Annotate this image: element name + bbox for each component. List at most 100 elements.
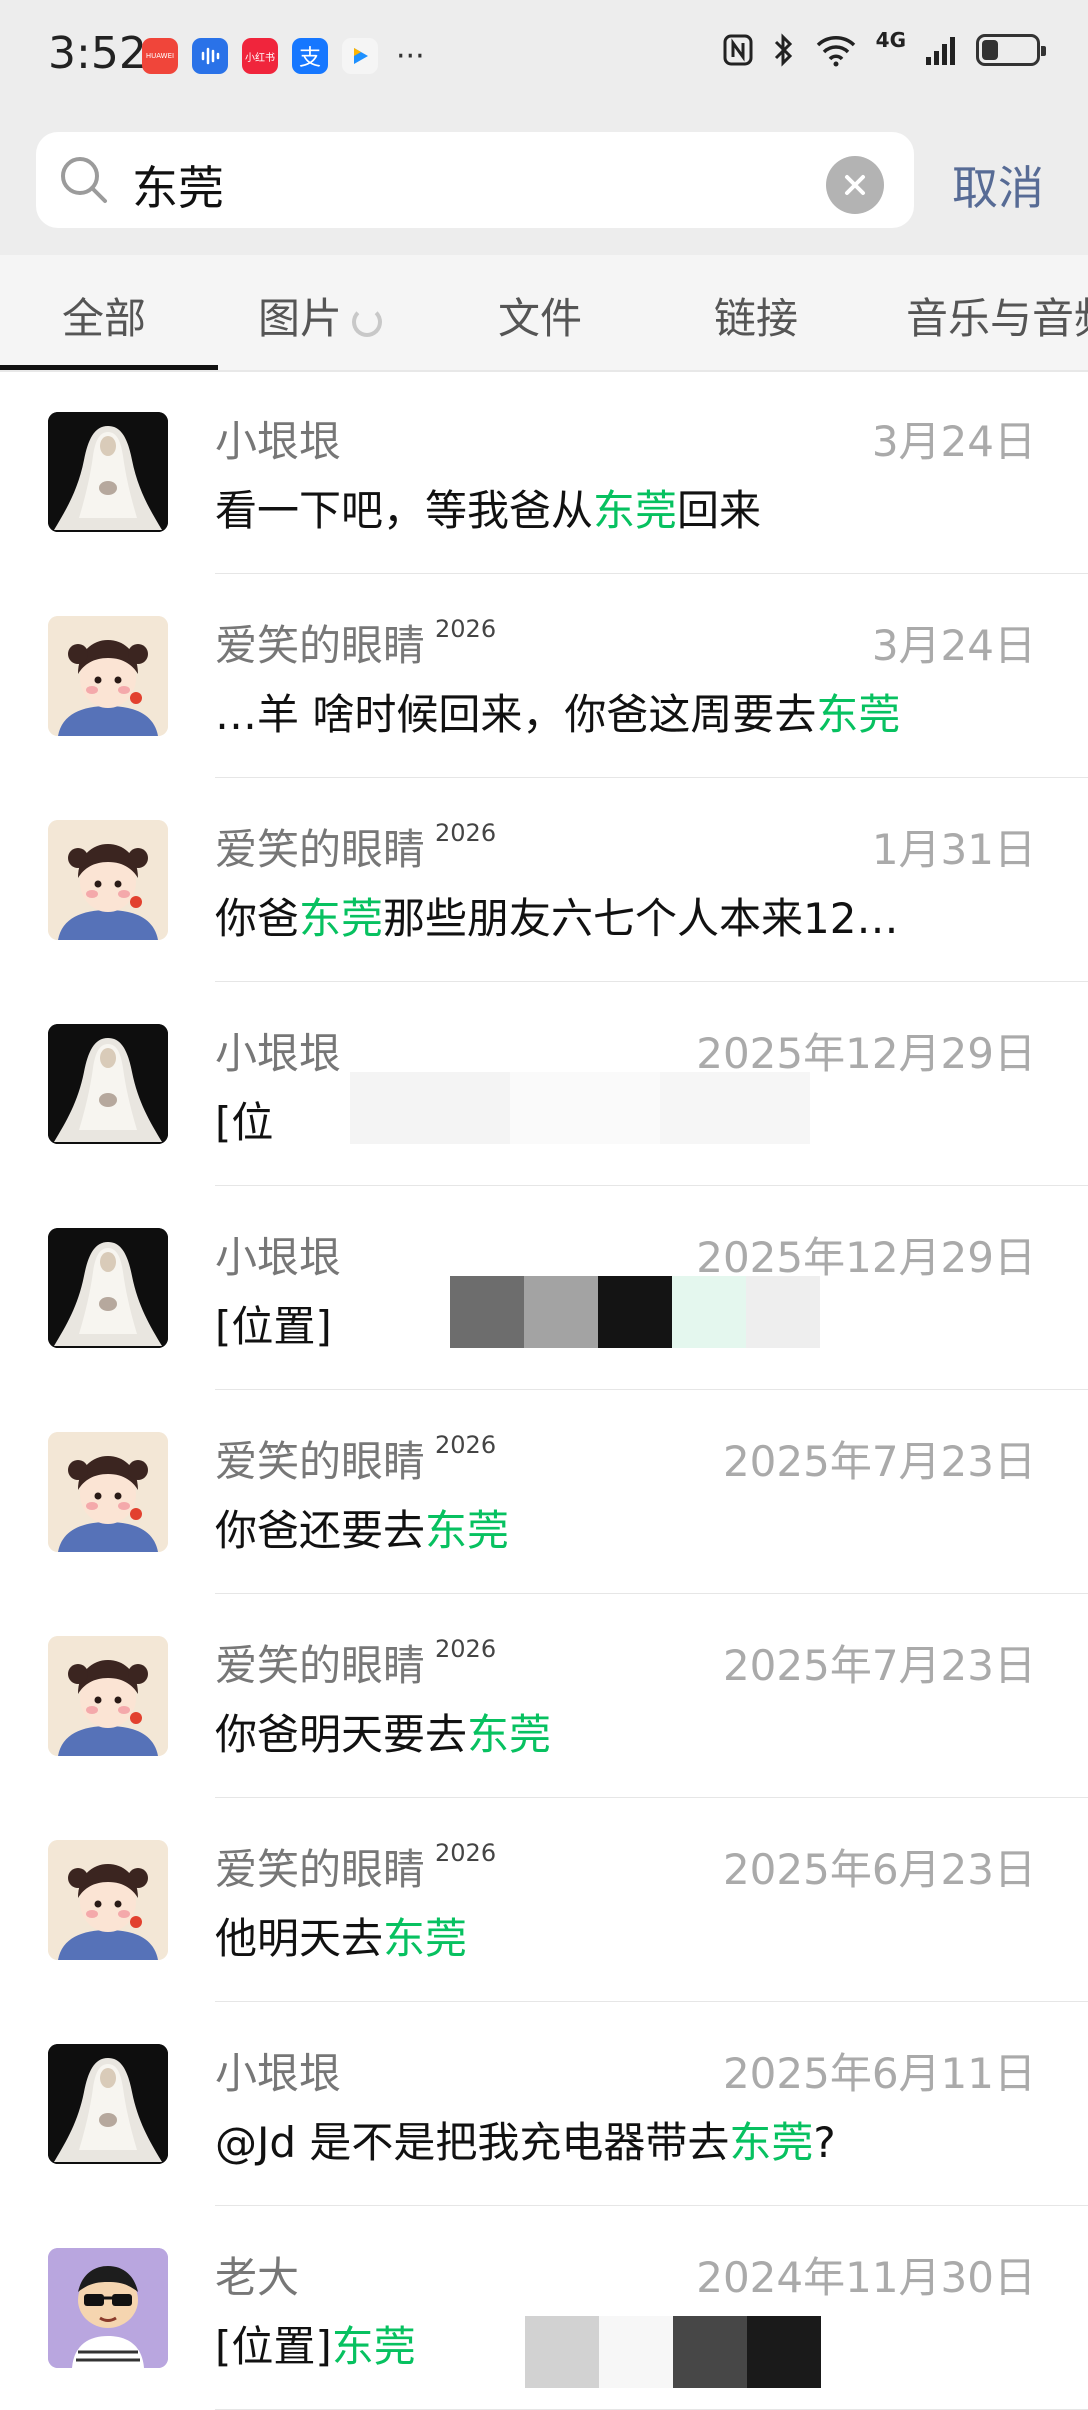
tab-label: 链接 bbox=[714, 294, 799, 343]
search-result-item[interactable]: 爱笑的眼睛 2026 1月31日你爸东莞那些朋友六七个人本来12… bbox=[0, 778, 1088, 982]
message-date: 2025年6月23日 bbox=[722, 1845, 1036, 1894]
search-result-item[interactable]: 小垠垠 2025年12月29日 [位 bbox=[0, 982, 1088, 1186]
search-result-item[interactable]: 小垠垠 2025年6月11日 @Jd 是不是把我充电器带去东莞? bbox=[0, 2002, 1088, 2206]
girl-avatar-image bbox=[48, 820, 168, 940]
contact-name-text: 老大 bbox=[215, 2253, 300, 2302]
avatar[interactable] bbox=[48, 2248, 168, 2368]
snippet-text: [位置] bbox=[215, 2322, 332, 2371]
search-result-item[interactable]: 爱笑的眼睛 2026 2025年6月23日他明天去东莞 bbox=[0, 1798, 1088, 2002]
name-badge: 2026 bbox=[435, 615, 497, 643]
avatar[interactable] bbox=[48, 1840, 168, 1960]
tab-files[interactable]: 文件 bbox=[498, 285, 582, 346]
bride-avatar-image bbox=[48, 1024, 168, 1144]
avatar[interactable] bbox=[48, 412, 168, 532]
redacted-area bbox=[350, 1072, 910, 1144]
bride-avatar-image bbox=[48, 1228, 168, 1348]
bride-avatar-image bbox=[48, 412, 168, 532]
tab-all[interactable]: 全部 bbox=[62, 285, 146, 346]
contact-name: 小垠垠 bbox=[215, 2040, 341, 2101]
search-results-list: 小垠垠 3月24日 看一下吧，等我爸从东莞回来 爱笑的眼睛 2026 3月24日 …羊 啥… bbox=[0, 370, 1088, 2410]
search-result-item[interactable]: 老大 2024年11月30日 [位置]东莞 bbox=[0, 2206, 1088, 2410]
loading-spinner-icon bbox=[352, 306, 383, 337]
cancel-button[interactable]: 取消 bbox=[952, 152, 1044, 218]
name-badge: 2026 bbox=[435, 1635, 497, 1663]
name-badge: 2026 bbox=[435, 1431, 497, 1459]
keyword-highlight: 东莞 bbox=[383, 1914, 468, 1963]
redacted-area bbox=[525, 2316, 895, 2388]
message-snippet: @Jd 是不是把我充电器带去东莞? bbox=[215, 2109, 836, 2170]
girl-avatar-image bbox=[48, 1636, 168, 1756]
snippet-text: ? bbox=[813, 2118, 836, 2167]
redacted-area bbox=[450, 1276, 820, 1348]
snippet-text: 那些朋友六七个人本来12… bbox=[383, 894, 899, 943]
contact-name-text: 爱笑的眼睛 bbox=[215, 1437, 426, 1486]
contact-name-text: 小垠垠 bbox=[215, 417, 342, 466]
alipay-app-icon: 支 bbox=[292, 38, 328, 74]
search-result-item[interactable]: 爱笑的眼睛 2026 2025年7月23日你爸还要去东莞 bbox=[0, 1390, 1088, 1594]
message-snippet: 你爸还要去东莞 bbox=[215, 1497, 509, 1558]
contact-name-text: 小垠垠 bbox=[215, 1029, 342, 1078]
tab-music-audio[interactable]: 音乐与音频 bbox=[906, 285, 1088, 346]
contact-name: 爱笑的眼睛 2026 bbox=[215, 816, 496, 877]
avatar[interactable] bbox=[48, 616, 168, 736]
snippet-text: 他明天去 bbox=[215, 1914, 384, 1963]
search-result-item[interactable]: 小垠垠 3月24日 看一下吧，等我爸从东莞回来 bbox=[0, 370, 1088, 574]
girl-avatar-image bbox=[48, 616, 168, 736]
video-app-icon bbox=[342, 38, 378, 74]
nfc-icon bbox=[723, 34, 753, 66]
avatar[interactable] bbox=[48, 1432, 168, 1552]
clear-search-button[interactable] bbox=[826, 156, 884, 214]
search-input[interactable]: 东莞 bbox=[132, 152, 224, 218]
avatar[interactable] bbox=[48, 2044, 168, 2164]
search-result-item[interactable]: 爱笑的眼睛 2026 2025年7月23日你爸明天要去东莞 bbox=[0, 1594, 1088, 1798]
boss-avatar-image bbox=[48, 2248, 168, 2368]
message-snippet: 你爸东莞那些朋友六七个人本来12… bbox=[215, 885, 898, 946]
tab-label: 文件 bbox=[498, 294, 583, 343]
name-badge: 2026 bbox=[435, 819, 497, 847]
tab-links[interactable]: 链接 bbox=[714, 285, 798, 346]
status-time: 3:52 bbox=[48, 28, 147, 79]
keyword-highlight: 东莞 bbox=[729, 2118, 814, 2167]
contact-name-text: 爱笑的眼睛 bbox=[215, 1641, 426, 1690]
contact-name: 爱笑的眼睛 2026 bbox=[215, 1836, 496, 1897]
tab-label: 图片 bbox=[258, 294, 343, 343]
message-snippet: [位置]东莞 bbox=[215, 2313, 416, 2374]
avatar[interactable] bbox=[48, 1636, 168, 1756]
search-result-item[interactable]: 爱笑的眼睛 2026 3月24日 …羊 啥时候回来，你爸这周要去东莞 bbox=[0, 574, 1088, 778]
voice-app-icon bbox=[192, 38, 228, 74]
search-result-item[interactable]: 小垠垠 2025年12月29日 [位置] bbox=[0, 1186, 1088, 1390]
message-snippet: 你爸明天要去东莞 bbox=[215, 1701, 551, 1762]
girl-avatar-image bbox=[48, 1840, 168, 1960]
message-date: 2025年7月23日 bbox=[722, 1641, 1036, 1690]
avatar[interactable] bbox=[48, 1024, 168, 1144]
message-snippet: [位置] bbox=[215, 1293, 332, 1354]
keyword-highlight: 东莞 bbox=[425, 1506, 510, 1555]
message-date: 1月31日 bbox=[871, 825, 1036, 874]
contact-name-text: 爱笑的眼睛 bbox=[215, 621, 426, 670]
contact-name: 爱笑的眼睛 2026 bbox=[215, 1632, 496, 1693]
tab-images[interactable]: 图片 bbox=[258, 285, 383, 346]
search-box[interactable]: 东莞 bbox=[36, 132, 914, 228]
name-badge: 2026 bbox=[435, 1839, 497, 1867]
snippet-text: [位置] bbox=[215, 1302, 332, 1351]
contact-name: 小垠垠 bbox=[215, 408, 341, 469]
keyword-highlight: 东莞 bbox=[816, 690, 901, 739]
tab-label: 全部 bbox=[62, 294, 147, 343]
snippet-text: @Jd 是不是把我充电器带去 bbox=[215, 2118, 730, 2167]
more-notifications-icon: ··· bbox=[396, 38, 425, 74]
message-snippet: …羊 啥时候回来，你爸这周要去东莞 bbox=[215, 681, 900, 742]
filter-tabs: 全部 图片 文件 链接 音乐与音频 bbox=[0, 255, 1088, 372]
message-date: 3月24日 bbox=[871, 621, 1036, 670]
xiaohongshu-app-icon: 小红书 bbox=[242, 38, 278, 74]
battery-icon bbox=[976, 34, 1046, 66]
contact-name-text: 小垠垠 bbox=[215, 2049, 342, 2098]
message-date: 2025年6月11日 bbox=[722, 2049, 1036, 2098]
message-date: 2025年7月23日 bbox=[722, 1437, 1036, 1486]
keyword-highlight: 东莞 bbox=[331, 2322, 416, 2371]
keyword-highlight: 东莞 bbox=[593, 486, 678, 535]
avatar[interactable] bbox=[48, 1228, 168, 1348]
avatar[interactable] bbox=[48, 820, 168, 940]
network-type-label: 4G bbox=[875, 28, 906, 52]
snippet-text: …羊 啥时候回来，你爸这周要去 bbox=[215, 690, 817, 739]
contact-name: 小垠垠 bbox=[215, 1224, 341, 1285]
